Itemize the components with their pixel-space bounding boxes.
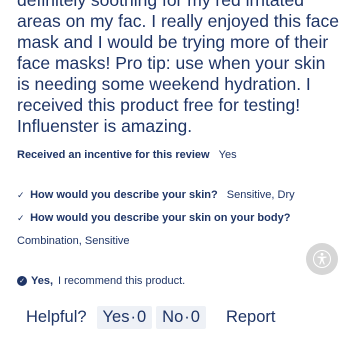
incentive-label: Received an incentive for this review xyxy=(17,149,210,161)
check-circle-icon: ✓ xyxy=(17,276,27,286)
report-button[interactable]: Report xyxy=(226,308,276,327)
skin-question-label: How would you describe your skin? xyxy=(30,189,218,201)
accessibility-icon xyxy=(313,250,331,268)
helpful-no-button[interactable]: No·0 xyxy=(156,306,206,329)
helpful-no-count: 0 xyxy=(190,308,200,326)
body-skin-question-label: How would you describe your skin on your… xyxy=(30,212,291,224)
helpful-label: Helpful? xyxy=(26,308,87,326)
incentive-value: Yes xyxy=(218,149,237,161)
helpful-yes-count: 0 xyxy=(136,308,147,326)
checkmark-icon: ✓ xyxy=(17,213,25,223)
helpful-yes-label: Yes xyxy=(102,308,130,326)
review-card: definitely soothing for my red irritated… xyxy=(0,0,355,355)
helpful-no-label: No xyxy=(162,308,184,326)
body-skin-answer: Combination, Sensitive xyxy=(17,235,130,247)
accessibility-button[interactable] xyxy=(306,243,338,275)
skin-question-answer: Sensitive, Dry xyxy=(226,189,295,201)
helpful-yes-button[interactable]: Yes·0 xyxy=(96,306,153,329)
review-body: definitely soothing for my red irritated… xyxy=(17,0,339,136)
checkmark-icon: ✓ xyxy=(17,190,25,200)
body-skin-question: ✓ How would you describe your skin on yo… xyxy=(17,212,290,224)
skin-question: ✓ How would you describe your skin? Sens… xyxy=(17,189,295,201)
recommend-line: ✓ Yes, I recommend this product. xyxy=(17,275,185,287)
recommend-yes: Yes, xyxy=(31,275,54,287)
recommend-text: I recommend this product. xyxy=(58,275,186,287)
incentive-line: Received an incentive for this review Ye… xyxy=(17,149,237,161)
helpful-row: Helpful? Yes·0 No·0 Report xyxy=(26,306,275,329)
